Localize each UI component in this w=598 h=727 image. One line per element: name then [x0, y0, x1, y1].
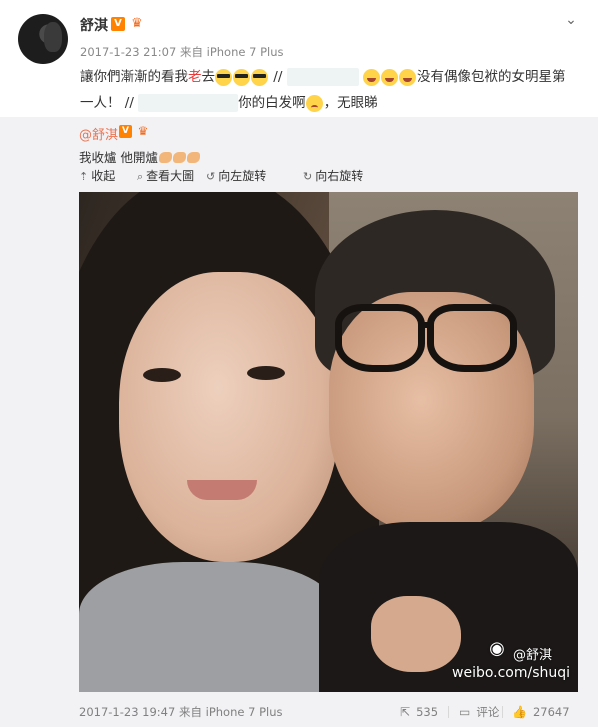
post-meta: 2017-1-23 21:07 来自 iPhone 7 Plus	[80, 45, 284, 59]
comment-button[interactable]: ▭ 评论	[459, 704, 499, 720]
laugh-emoji-icon	[380, 68, 398, 86]
reposted-content: @舒淇 V ♛ 我收爐 他開爐 ⇡ 收起 ⌕ 查看大圖 ↺ 向左旋转 ↻ 向右旋转 ◉ …	[0, 117, 598, 727]
avatar-silhouette	[44, 22, 62, 52]
avatar[interactable]	[18, 14, 68, 64]
post-text-segment: 你的白发啊	[238, 95, 306, 111]
photo-woman-hoodie	[79, 562, 339, 692]
post-text-segment: 去	[201, 69, 216, 85]
rotate-right-icon: ↻	[303, 170, 313, 183]
muscle-emoji-icon	[186, 152, 200, 163]
photo-glasses-bridge	[419, 322, 431, 328]
repost-meta: 2017-1-23 19:47 来自 iPhone 7 Plus	[79, 705, 283, 719]
rotate-left-button[interactable]: ↺ 向左旋转	[206, 168, 266, 184]
post-text-segment: ，无眼睇	[323, 95, 378, 111]
photo-woman-face	[119, 272, 339, 562]
view-large-button[interactable]: ⌕ 查看大圖	[137, 168, 194, 184]
sad-emoji-icon	[305, 94, 323, 112]
cool-emoji-icon	[251, 68, 268, 86]
blurred-username	[138, 94, 239, 112]
muscle-emoji-icon	[172, 152, 186, 163]
rotate-left-label: 向左旋转	[218, 169, 267, 183]
photo-glasses-lens	[427, 304, 517, 372]
collapse-icon: ⇡	[79, 170, 89, 183]
post-body: 讓你們漸漸的看我老去 // 没有偶像包袱的女明星第 一人！ // 你的白发啊 ，无…	[80, 64, 580, 116]
collapse-label: 收起	[91, 169, 116, 183]
cool-emoji-icon	[215, 68, 232, 86]
blurred-username	[286, 68, 359, 86]
repost-text: 我收爐 他開爐	[79, 147, 200, 166]
muscle-emoji-icon	[158, 152, 172, 163]
like-button[interactable]: 👍 27647	[512, 704, 570, 720]
post-line-1: 讓你們漸漸的看我老去 // 没有偶像包袱的女明星第	[80, 64, 580, 90]
post-text-segment: 讓你們漸漸的看我	[80, 69, 188, 85]
weibo-logo-icon: ◉	[489, 638, 505, 659]
photo-hand	[371, 596, 461, 672]
repost-count: 535	[416, 705, 439, 719]
highlight-text: 老	[188, 69, 202, 85]
crown-icon: ♛	[131, 16, 143, 31]
photo-woman-eye	[143, 368, 181, 382]
verified-badge: V	[119, 125, 132, 138]
rotate-right-button[interactable]: ↻ 向右旋转	[303, 168, 363, 184]
post-text-segment: 一人！ //	[80, 95, 134, 111]
repost-button[interactable]: ⇱ 535	[400, 704, 438, 720]
comment-label: 评论	[476, 705, 500, 719]
verified-badge: V	[111, 17, 125, 31]
laugh-emoji-icon	[362, 68, 380, 86]
comment-icon: ▭	[459, 705, 471, 719]
watermark-name: @舒淇	[513, 648, 553, 663]
post-photo[interactable]: ◉ @舒淇 weibo.com/shuqi	[79, 192, 578, 692]
repost-text-content: 我收爐 他開爐	[79, 150, 158, 165]
original-post: 舒淇 V ♛ ⌄ 2017-1-23 21:07 来自 iPhone 7 Plu…	[0, 0, 598, 117]
crown-icon: ♛	[137, 124, 149, 138]
repost-slash: //	[269, 69, 283, 85]
rotate-right-label: 向右旋转	[315, 169, 364, 183]
collapse-button[interactable]: ⇡ 收起	[79, 168, 115, 184]
repost-footer: 2017-1-23 19:47 来自 iPhone 7 Plus ⇱ 535 ▭ 评…	[79, 704, 578, 720]
divider	[448, 706, 449, 718]
thumbs-up-icon: 👍	[512, 705, 527, 719]
post-text-segment: 没有偶像包袱的女明星第	[416, 69, 566, 85]
like-count: 27647	[532, 705, 570, 719]
post-line-2: 一人！ // 你的白发啊 ，无眼睇	[80, 90, 580, 116]
laugh-emoji-icon	[398, 68, 416, 86]
cool-emoji-icon	[233, 68, 250, 86]
author-name[interactable]: 舒淇	[80, 15, 108, 35]
share-icon: ⇱	[400, 705, 411, 719]
watermark-url: weibo.com/shuqi	[452, 665, 571, 681]
divider	[502, 706, 503, 718]
repost-author-link[interactable]: @舒淇	[79, 124, 118, 143]
magnifier-icon: ⌕	[137, 170, 144, 183]
view-large-label: 查看大圖	[146, 169, 195, 183]
chevron-down-icon[interactable]: ⌄	[562, 13, 580, 27]
photo-woman-eye	[247, 366, 285, 380]
photo-glasses-lens	[335, 304, 425, 372]
photo-woman-lips	[187, 480, 257, 500]
rotate-left-icon: ↺	[206, 170, 216, 183]
